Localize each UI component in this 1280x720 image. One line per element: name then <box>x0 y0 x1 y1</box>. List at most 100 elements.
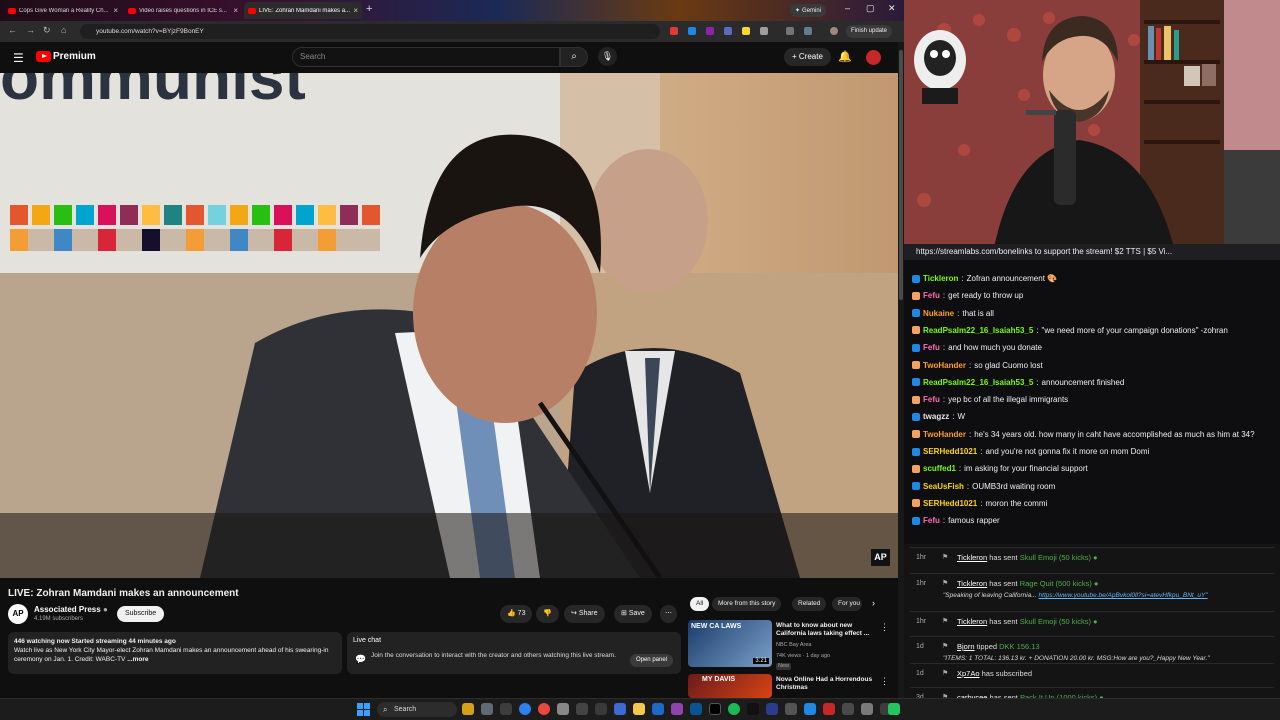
chat-username[interactable]: SERHedd1021 <box>923 447 977 456</box>
profile-avatar-icon[interactable] <box>830 27 838 35</box>
close-window-icon[interactable]: ✕ <box>888 3 896 14</box>
alert-username[interactable]: Tickleron <box>957 579 987 588</box>
dislike-button[interactable]: 👎 <box>536 605 559 623</box>
chat-username[interactable]: SERHedd1021 <box>923 499 977 508</box>
search-input[interactable]: Search <box>292 47 560 67</box>
back-icon[interactable]: ← <box>8 25 17 35</box>
like-button[interactable]: 👍 73 <box>500 605 533 623</box>
channel-name[interactable]: Associated Press ● <box>34 605 108 614</box>
taskbar-app-icon[interactable] <box>576 703 588 715</box>
create-button[interactable]: + Create <box>784 48 831 66</box>
taskbar-app-icon[interactable] <box>842 703 854 715</box>
recommendation-thumbnail[interactable]: NEW CA LAWS 3:21 <box>688 620 772 667</box>
channel-avatar[interactable]: AP <box>8 604 28 624</box>
chip-all[interactable]: All <box>690 597 710 611</box>
alert-username[interactable]: Bjorn <box>957 642 975 651</box>
alert-username[interactable]: Tickleron <box>957 617 987 626</box>
taskbar-app-icon[interactable] <box>804 703 816 715</box>
alert-link[interactable]: https://www.youtube.be/ApBvkol0ll?si=ate… <box>1039 592 1208 599</box>
video-player[interactable]: ommunist AP <box>0 73 898 578</box>
close-tab-icon[interactable]: × <box>233 6 238 15</box>
chat-username[interactable]: scuffed1 <box>923 464 956 473</box>
chat-username[interactable]: twagzz <box>923 412 949 421</box>
task-view-icon[interactable] <box>500 703 512 715</box>
reload-icon[interactable]: ↻ <box>43 25 51 36</box>
menu-icon[interactable]: ☰ <box>13 51 24 65</box>
recommendation-title[interactable]: What to know about new California laws t… <box>776 622 880 638</box>
chip-more-from-story[interactable]: More from this story <box>712 597 782 611</box>
search-button[interactable]: ⌕ <box>560 47 588 67</box>
taskbar-app-icon[interactable] <box>614 703 626 715</box>
taskbar-app-icon[interactable] <box>861 703 873 715</box>
tab-live-mamdani[interactable]: LIVE: Zohran Mamdani makes a... × <box>244 2 362 19</box>
tab-ice-video[interactable]: Video raises questions in ICE s... × <box>124 2 242 19</box>
chat-username[interactable]: SeaUsFish <box>923 482 964 491</box>
chat-username[interactable]: TwoHander <box>923 361 966 370</box>
chat-username[interactable]: ReadPsalm22_16_Isaiah53_5 <box>923 378 1033 387</box>
chat-username[interactable]: Tickleron <box>923 274 958 283</box>
close-tab-icon[interactable]: × <box>353 6 358 15</box>
subscribe-button[interactable]: Subscribe <box>117 606 165 622</box>
chat-username[interactable]: Fefu <box>923 291 940 300</box>
save-button[interactable]: ⊞ Save <box>614 605 652 623</box>
share-button[interactable]: ↪ Share <box>564 605 605 623</box>
taskbar-search[interactable]: ⌕ Search <box>377 702 457 717</box>
chat-username[interactable]: ReadPsalm22_16_Isaiah53_5 <box>923 326 1033 335</box>
chevron-right-icon[interactable]: › <box>872 598 875 608</box>
open-panel-button[interactable]: Open panel <box>629 654 673 667</box>
youtube-premium-logo[interactable]: Premium <box>53 51 96 62</box>
chip-related[interactable]: Related <box>792 597 827 611</box>
taskbar-app-icon[interactable] <box>462 703 474 715</box>
minimize-icon[interactable]: – <box>845 3 850 13</box>
youtube-logo-icon[interactable] <box>36 51 51 62</box>
home-icon[interactable]: ⌂ <box>61 25 66 35</box>
spotify-icon[interactable] <box>728 703 740 715</box>
taskbar-app-icon[interactable] <box>690 703 702 715</box>
steam-icon[interactable] <box>652 703 664 715</box>
extension-icon[interactable] <box>706 27 714 35</box>
extension-icon[interactable] <box>724 27 732 35</box>
extension-icon[interactable] <box>670 27 678 35</box>
file-explorer-icon[interactable] <box>633 703 645 715</box>
voice-search-icon[interactable]: 🎙 <box>598 47 617 66</box>
address-bar[interactable]: youtube.com/watch?v=BYjzF9BonEY <box>80 24 660 39</box>
chat-username[interactable]: Nukaine <box>923 309 954 318</box>
extension-icon[interactable] <box>742 27 750 35</box>
taskbar-app-icon[interactable] <box>888 703 900 715</box>
taskbar-app-icon[interactable] <box>671 703 683 715</box>
new-tab-icon[interactable]: + <box>366 3 372 15</box>
close-tab-icon[interactable]: × <box>113 6 118 15</box>
notifications-bell-icon[interactable]: 🔔 <box>838 50 852 63</box>
taskbar-app-icon[interactable] <box>557 703 569 715</box>
description-more[interactable]: ...more <box>127 656 148 663</box>
account-avatar[interactable] <box>866 50 881 65</box>
recommendation-title[interactable]: Nova Online Had a Horrendous Christmas <box>776 676 880 692</box>
tab-cops-video[interactable]: Cops Give Woman a Reality Ch... × <box>4 2 122 19</box>
taskbar-app-icon[interactable] <box>747 703 759 715</box>
alert-username[interactable]: Xp7Ao <box>957 669 980 678</box>
chat-username[interactable]: Fefu <box>923 516 940 525</box>
maximize-icon[interactable]: ▢ <box>866 3 875 14</box>
description-box[interactable]: 446 watching now Started streaming 44 mi… <box>8 632 342 674</box>
edge-icon[interactable] <box>519 703 531 715</box>
taskbar-app-icon[interactable] <box>481 703 493 715</box>
forward-icon[interactable]: → <box>26 25 35 35</box>
gemini-button[interactable]: ✦ Gemini <box>790 4 827 17</box>
chat-username[interactable]: TwoHander <box>923 430 966 439</box>
download-icon[interactable] <box>804 27 812 35</box>
scrollbar-thumb[interactable] <box>899 50 903 300</box>
taskbar-app-icon[interactable] <box>766 703 778 715</box>
sidebar-icon[interactable] <box>786 27 794 35</box>
chrome-icon[interactable] <box>538 703 550 715</box>
more-vert-icon[interactable]: ⋮ <box>880 676 889 687</box>
alert-username[interactable]: Tickleron <box>957 553 987 562</box>
finish-update-button[interactable]: Finish update <box>846 25 893 38</box>
more-actions-button[interactable]: ⋯ <box>660 605 677 623</box>
more-vert-icon[interactable]: ⋮ <box>880 622 889 633</box>
windows-start-icon[interactable] <box>357 703 370 716</box>
extension-icon[interactable] <box>688 27 696 35</box>
chat-username[interactable]: Fefu <box>923 395 940 404</box>
taskbar-app-icon[interactable] <box>595 703 607 715</box>
extensions-puzzle-icon[interactable] <box>760 27 768 35</box>
taskbar-app-icon[interactable] <box>785 703 797 715</box>
